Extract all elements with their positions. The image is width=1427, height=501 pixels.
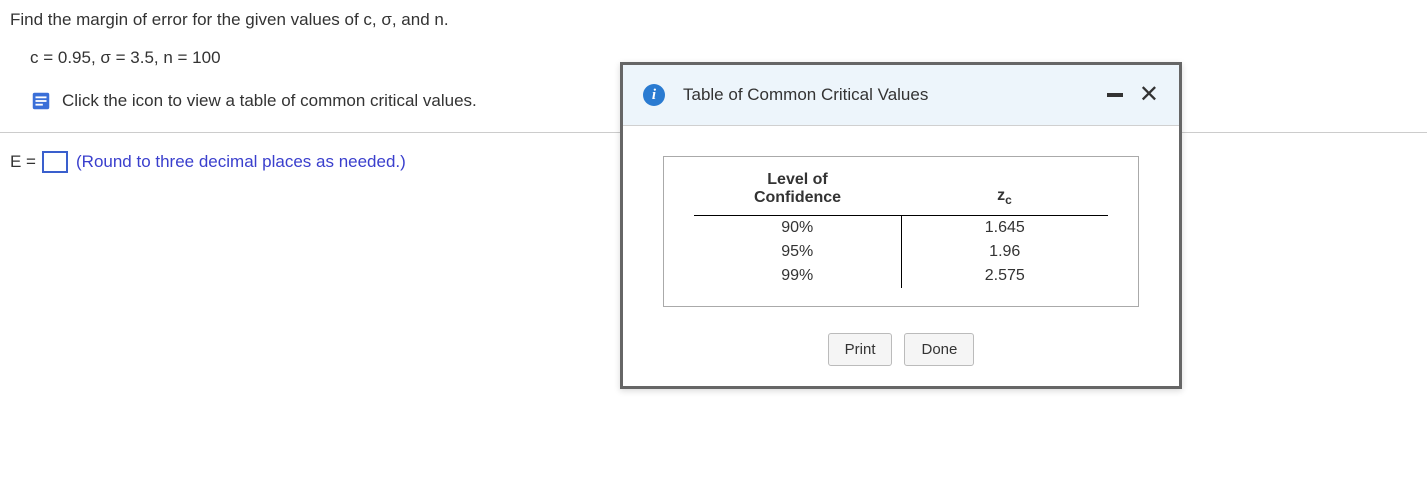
cell-z: 2.575 bbox=[901, 264, 1108, 288]
cell-z: 1.645 bbox=[901, 216, 1108, 241]
question-prompt: Find the margin of error for the given v… bbox=[10, 10, 1417, 30]
dialog-body: Level of Confidence zc 90% 1.645 95 bbox=[623, 126, 1179, 319]
book-icon bbox=[30, 90, 52, 112]
dialog-footer: Print Done bbox=[623, 319, 1179, 386]
answer-hint: (Round to three decimal places as needed… bbox=[76, 152, 406, 172]
dialog-title: Table of Common Critical Values bbox=[683, 85, 1107, 105]
cell-level: 99% bbox=[694, 264, 901, 288]
table-row: 99% 2.575 bbox=[694, 264, 1108, 288]
print-button[interactable]: Print bbox=[828, 333, 893, 366]
close-icon[interactable]: ✕ bbox=[1139, 83, 1159, 107]
minimize-icon[interactable] bbox=[1107, 93, 1123, 97]
cell-level: 95% bbox=[694, 240, 901, 264]
table-row: 90% 1.645 bbox=[694, 216, 1108, 241]
info-icon: i bbox=[643, 84, 665, 106]
answer-label: E = bbox=[10, 152, 36, 172]
cell-level: 90% bbox=[694, 216, 901, 241]
table-header-zc: zc bbox=[901, 167, 1108, 216]
link-text: Click the icon to view a table of common… bbox=[62, 91, 477, 111]
critical-values-table: Level of Confidence zc 90% 1.645 95 bbox=[694, 167, 1108, 288]
dialog-header: i Table of Common Critical Values ✕ bbox=[623, 65, 1179, 126]
answer-input[interactable] bbox=[42, 151, 68, 173]
table-header-level: Level of Confidence bbox=[694, 167, 901, 216]
done-button[interactable]: Done bbox=[904, 333, 974, 366]
table-row: 95% 1.96 bbox=[694, 240, 1108, 264]
cell-z: 1.96 bbox=[901, 240, 1108, 264]
critical-values-dialog: i Table of Common Critical Values ✕ Leve… bbox=[620, 62, 1182, 389]
